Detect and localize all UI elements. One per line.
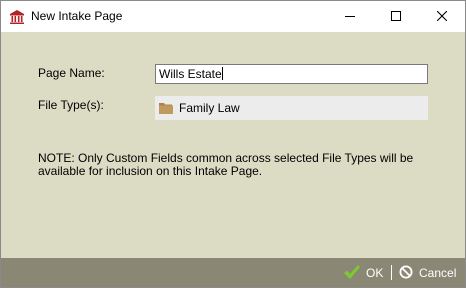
cancel-button[interactable]: Cancel <box>399 264 456 282</box>
maximize-button[interactable] <box>373 1 419 32</box>
page-name-input[interactable]: Wills Estate <box>155 64 428 84</box>
text-caret <box>221 67 223 80</box>
custom-fields-note: NOTE: Only Custom Fields common across s… <box>38 151 414 178</box>
window-title: New Intake Page <box>31 9 123 23</box>
ok-button[interactable]: OK <box>343 264 383 282</box>
dialog-footer: OK Cancel <box>1 258 465 287</box>
footer-divider <box>391 265 392 280</box>
minimize-icon <box>345 10 355 24</box>
maximize-icon <box>391 10 401 24</box>
law-firm-building-icon <box>9 9 25 25</box>
folder-icon <box>159 102 173 114</box>
dialog-window: New Intake Page Page Name: Wills Estate … <box>0 0 466 288</box>
page-name-value: Wills Estate <box>159 67 222 81</box>
close-icon <box>436 10 448 24</box>
checkmark-icon <box>343 264 361 283</box>
ok-label: OK <box>366 266 384 280</box>
minimize-button[interactable] <box>327 1 373 32</box>
file-types-label: File Type(s): <box>38 98 104 112</box>
file-type-item-family-law[interactable]: Family Law <box>179 101 240 115</box>
title-bar[interactable]: New Intake Page <box>1 1 465 32</box>
page-name-label: Page Name: <box>38 66 105 80</box>
file-types-list[interactable]: Family Law <box>155 96 428 120</box>
cancel-circle-icon <box>399 265 413 282</box>
close-button[interactable] <box>419 1 465 32</box>
cancel-label: Cancel <box>419 266 457 280</box>
